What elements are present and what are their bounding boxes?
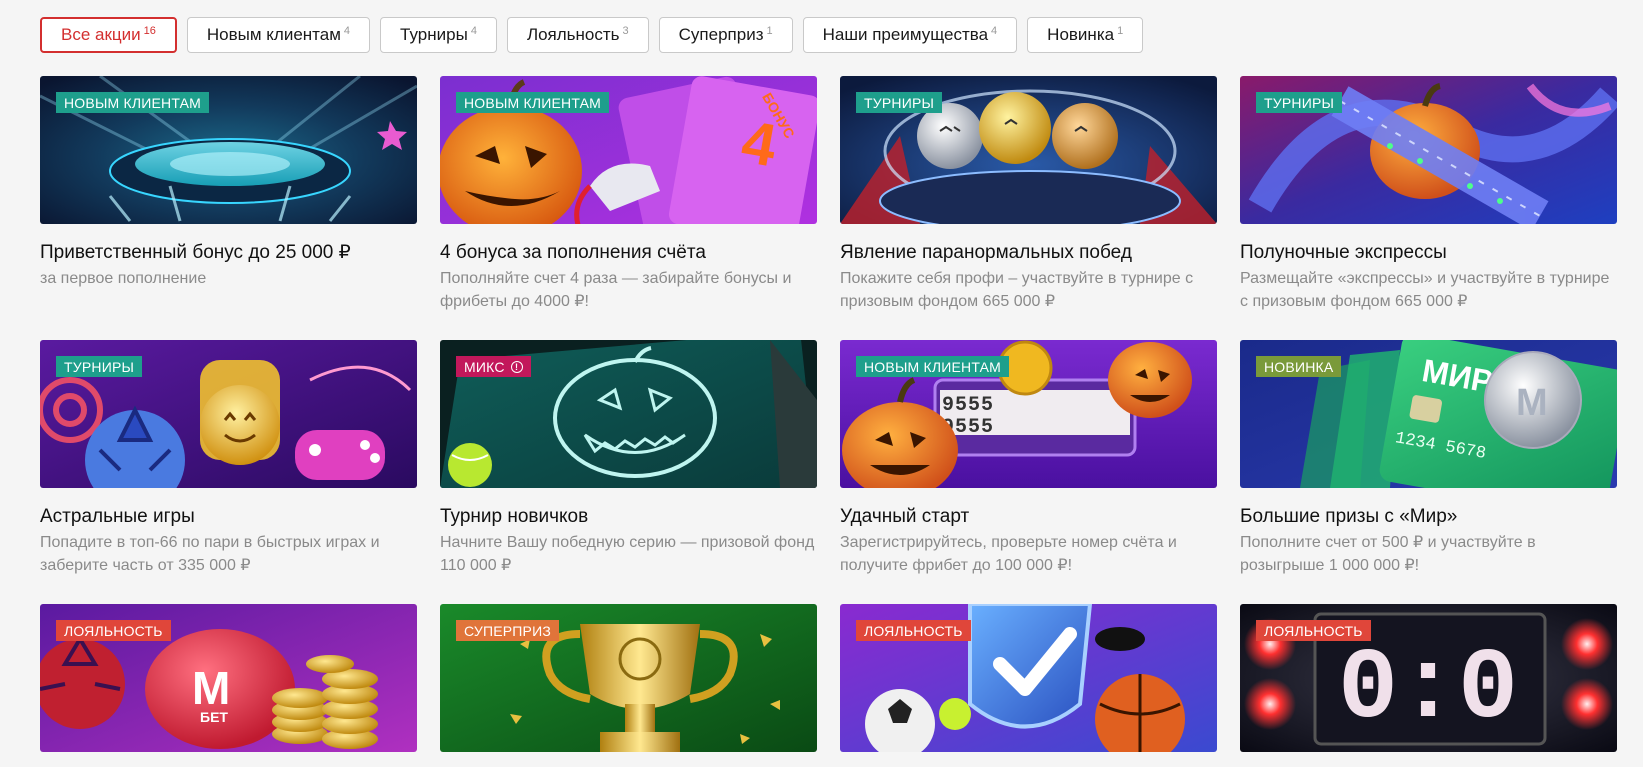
promo-tag: ТУРНИРЫ <box>56 356 143 377</box>
mbet-sub-art: БЕТ <box>200 709 228 725</box>
coin-logo-art: M <box>1516 382 1548 424</box>
promo-tag-label: МИКС <box>464 358 505 375</box>
promo-description: Размещайте «экспрессы» и участвуйте в ту… <box>1240 270 1610 310</box>
filter-label: Наши преимущества <box>822 25 989 44</box>
promo-title: Турнир новичков <box>440 506 589 527</box>
promo-banner[interactable]: МИКС ! <box>440 340 817 488</box>
filter-label: Все акции <box>61 25 141 44</box>
info-icon[interactable]: ! <box>510 360 523 373</box>
promo-card[interactable]: ТУРНИРЫ Астральные игры Попадите в топ-6… <box>40 340 417 577</box>
promo-tag-label: ТУРНИРЫ <box>864 94 935 111</box>
promo-title: Большие призы с «Мир» <box>1240 506 1458 527</box>
promo-tag: МИКС ! <box>456 356 531 377</box>
promo-tag: НОВЫМ КЛИЕНТАМ <box>56 92 210 113</box>
filter-label: Турниры <box>400 25 468 44</box>
promo-title: Приветственный бонус до 25 000 ₽ <box>40 242 351 263</box>
promo-title: Явление паранормальных побед <box>840 242 1132 263</box>
slot-digits-art: 9555 <box>942 394 994 417</box>
promo-banner[interactable]: ТУРНИРЫ <box>1240 76 1617 224</box>
filter-tournaments[interactable]: Турниры 4 <box>380 17 497 53</box>
promo-tag: СУПЕРПРИЗ <box>456 620 559 641</box>
filter-label: Суперприз <box>678 25 764 44</box>
filter-count: 1 <box>766 25 773 37</box>
filter-count: 1 <box>1117 25 1124 37</box>
promo-tag: НОВИНКА <box>1256 356 1342 377</box>
promo-card[interactable]: ТУРНИРЫ Полуночные экспрессы Размещайте … <box>1240 76 1617 313</box>
filter-count: 4 <box>343 25 351 37</box>
promo-tag-label: НОВЫМ КЛИЕНТАМ <box>64 94 202 111</box>
promo-tag-label: ЛОЯЛЬНОСТЬ <box>64 622 163 639</box>
promo-card[interactable]: 9555 9555 НОВЫМ КЛИЕНТАМ Удачный старт З… <box>840 340 1217 577</box>
promo-banner[interactable]: СУПЕРПРИЗ <box>440 604 817 752</box>
filter-advantages[interactable]: Наши преимущества 4 <box>802 17 1018 53</box>
promo-banner[interactable]: ТУРНИРЫ <box>840 76 1217 224</box>
mbet-logo-art: M <box>192 662 230 714</box>
promo-card[interactable]: 4 БОНУС НОВЫМ КЛИЕНТАМ 4 бонуса за попол… <box>440 76 817 313</box>
filter-count: 16 <box>143 25 156 37</box>
filter-loyalty[interactable]: Лояльность 3 <box>506 17 649 53</box>
promo-tag-label: ЛОЯЛЬНОСТЬ <box>1264 622 1363 639</box>
promo-card[interactable]: МИКС ! Турнир новичков Начните Вашу побе… <box>440 340 817 577</box>
filter-label: Лояльность <box>526 25 620 44</box>
promo-title: Удачный старт <box>840 506 970 527</box>
filter-all[interactable]: Все акции 16 <box>40 17 177 53</box>
filter-count: 3 <box>622 25 629 37</box>
promo-tag-label: ЛОЯЛЬНОСТЬ <box>864 622 963 639</box>
promo-banner[interactable]: ЛОЯЛЬНОСТЬ <box>840 604 1217 752</box>
promo-tag-label: НОВИНКА <box>1264 358 1334 375</box>
promo-tag-label: ТУРНИРЫ <box>64 358 135 375</box>
promo-description: Зарегистрируйтесь, проверьте номер счёта… <box>840 534 1177 574</box>
promo-tag: ЛОЯЛЬНОСТЬ <box>856 620 971 641</box>
promo-description: за первое пополнение <box>40 270 207 287</box>
promo-banner[interactable]: 4 БОНУС НОВЫМ КЛИЕНТАМ <box>440 76 817 224</box>
filter-count: 4 <box>991 25 998 37</box>
score-art: 0:0 <box>1338 634 1518 747</box>
promo-banner[interactable]: 9555 9555 НОВЫМ КЛИЕНТАМ <box>840 340 1217 488</box>
promo-banner[interactable]: НОВЫМ КЛИЕНТАМ <box>40 76 417 224</box>
promo-card[interactable]: ТУРНИРЫ Явление паранормальных побед Пок… <box>840 76 1217 313</box>
promo-description: Начните Вашу победную серию — призовой ф… <box>440 534 815 574</box>
promo-banner[interactable]: 0:0 ЛОЯЛЬНОСТЬ <box>1240 604 1617 752</box>
promo-title: Астральные игры <box>40 506 195 527</box>
promo-card[interactable]: СУПЕРПРИЗ <box>440 604 817 752</box>
filter-novelty[interactable]: Новинка 1 <box>1027 17 1144 53</box>
promo-banner[interactable]: МИР 1234 5678 M НОВИНКА <box>1240 340 1617 488</box>
promo-card[interactable]: 0:0 ЛОЯЛЬНОСТЬ <box>1240 604 1617 752</box>
promo-card[interactable]: ЛОЯЛЬНОСТЬ <box>840 604 1217 752</box>
promo-card[interactable]: МИР 1234 5678 M НОВИНКА Большие призы с … <box>1240 340 1617 577</box>
promo-banner[interactable]: M БЕТ ЛОЯЛЬНОСТЬ <box>40 604 417 752</box>
promo-description: Пополните счет от 500 ₽ и участвуйте в р… <box>1240 534 1536 574</box>
promo-tag: НОВЫМ КЛИЕНТАМ <box>856 356 1010 377</box>
promo-card[interactable]: НОВЫМ КЛИЕНТАМ Приветственный бонус до 2… <box>40 76 417 290</box>
promo-tag-label: СУПЕРПРИЗ <box>464 622 551 639</box>
promo-tag: ЛОЯЛЬНОСТЬ <box>1256 620 1371 641</box>
promo-tag: ТУРНИРЫ <box>1256 92 1343 113</box>
promo-card[interactable]: M БЕТ ЛОЯЛЬНОСТЬ <box>40 604 417 752</box>
filter-superprize[interactable]: Суперприз 1 <box>658 17 793 53</box>
promo-tag: ЛОЯЛЬНОСТЬ <box>56 620 171 641</box>
promo-tag: ТУРНИРЫ <box>856 92 943 113</box>
promo-description: Пополняйте счет 4 раза — забирайте бонус… <box>440 270 792 310</box>
filter-label: Новинка <box>1047 25 1115 44</box>
promo-description: Покажите себя профи – участвуйте в турни… <box>840 270 1194 310</box>
filter-count: 4 <box>470 25 477 37</box>
promo-title: Полуночные экспрессы <box>1240 242 1447 263</box>
promo-tag-label: НОВЫМ КЛИЕНТАМ <box>864 358 1002 375</box>
promo-title: 4 бонуса за пополнения счёта <box>440 242 706 263</box>
promo-tag: НОВЫМ КЛИЕНТАМ <box>456 92 610 113</box>
promo-tag-label: ТУРНИРЫ <box>1264 94 1335 111</box>
filter-new-clients[interactable]: Новым клиентам 4 <box>186 17 371 53</box>
promo-description: Попадите в топ-66 по пари в быстрых игра… <box>40 534 380 574</box>
promo-filter-bar: Все акции 16 Новым клиентам 4 Турниры 4 Лоя… <box>40 17 1144 53</box>
promo-tag-label: НОВЫМ КЛИЕНТАМ <box>464 94 602 111</box>
promo-banner[interactable]: ТУРНИРЫ <box>40 340 417 488</box>
filter-label: Новым клиентам <box>206 25 341 44</box>
